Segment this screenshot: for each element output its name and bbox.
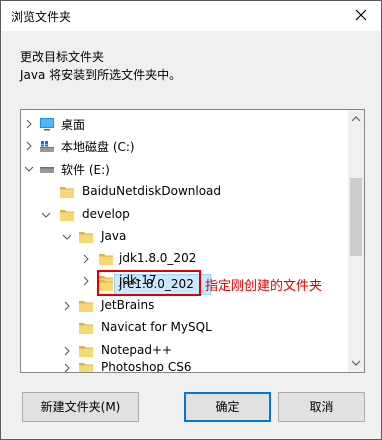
tree-item-label: Photoshop CS6 [101, 360, 192, 373]
tree-item-label: Java [101, 229, 127, 243]
windows-drive-icon [40, 141, 54, 152]
tree-item-label: Notepad++ [101, 343, 173, 357]
tree-item-drive-c[interactable]: 本地磁盘 (C:) [21, 134, 348, 158]
tree-item-label: develop [82, 207, 130, 221]
tree-item-jdk1-8-0-202[interactable]: jdk1.8.0_202 [21, 247, 348, 271]
cancel-button[interactable]: 取消 [278, 392, 365, 422]
chevron-down-icon[interactable] [23, 163, 35, 175]
folder-icon [79, 323, 93, 334]
chevron-right-icon[interactable] [80, 253, 92, 265]
tree-item-desktop[interactable]: 桌面 [21, 112, 348, 136]
tree-item-label: Navicat for MySQL [101, 320, 212, 334]
annotation-highlight-box [97, 270, 201, 296]
chevron-right-icon[interactable] [61, 300, 73, 312]
scroll-down-arrow-icon[interactable] [350, 356, 362, 370]
chevron-down-icon[interactable] [61, 231, 73, 243]
scroll-up-arrow-icon[interactable] [350, 112, 362, 126]
dialog-title: 浏览文件夹 [11, 10, 72, 24]
folder-icon [79, 363, 93, 372]
folder-icon [60, 210, 74, 221]
annotation-text: 指定刚创建的文件夹 [205, 279, 323, 294]
tree-item-develop[interactable]: develop [21, 203, 348, 227]
close-icon[interactable] [351, 5, 371, 25]
chevron-right-icon[interactable] [61, 362, 73, 373]
tree-item-label: JetBrains [101, 298, 155, 312]
chevron-right-icon[interactable] [23, 140, 35, 152]
instruction-text: Java 将安装到所选文件夹中。 [20, 68, 182, 82]
instruction-heading: 更改目标文件夹 [20, 50, 105, 64]
tree-item-label: 软件 (E:) [61, 163, 110, 177]
folder-icon [79, 232, 93, 243]
tree-item-photoshop-cs6[interactable]: Photoshop CS6 [21, 356, 348, 373]
chevron-down-icon[interactable] [40, 209, 52, 221]
folder-icon [99, 254, 113, 265]
folder-icon [60, 187, 74, 198]
tree-item-java[interactable]: Java [21, 225, 348, 249]
folder-tree[interactable]: 桌面 本地磁盘 (C:) 软件 (E:) BaiduNetdiskDownloa… [20, 109, 365, 373]
desktop-icon [40, 118, 54, 131]
folder-icon [79, 301, 93, 312]
tree-item-drive-e[interactable]: 软件 (E:) [21, 157, 348, 181]
tree-item-baidunetdiskdownload[interactable]: BaiduNetdiskDownload [21, 180, 348, 204]
tree-item-label: BaiduNetdiskDownload [82, 184, 222, 198]
tree-item-label: jdk1.8.0_202 [119, 251, 197, 265]
tree-item-navicat[interactable]: Navicat for MySQL [21, 316, 348, 340]
scrollbar-thumb[interactable] [350, 178, 362, 256]
drive-icon [40, 167, 54, 173]
ok-button[interactable]: 确定 [184, 392, 271, 422]
tree-item-label: 本地磁盘 (C:) [61, 140, 135, 154]
vertical-scrollbar[interactable] [348, 110, 364, 372]
new-folder-button[interactable]: 新建文件夹(M) [22, 392, 139, 422]
browse-folder-dialog: 浏览文件夹 更改目标文件夹 Java 将安装到所选文件夹中。 桌面 本地磁盘 (… [0, 0, 382, 440]
title-bar: 浏览文件夹 [1, 1, 381, 31]
chevron-right-icon[interactable] [23, 118, 35, 130]
tree-item-label: 桌面 [61, 118, 86, 132]
tree-item-jetbrains[interactable]: JetBrains [21, 294, 348, 318]
